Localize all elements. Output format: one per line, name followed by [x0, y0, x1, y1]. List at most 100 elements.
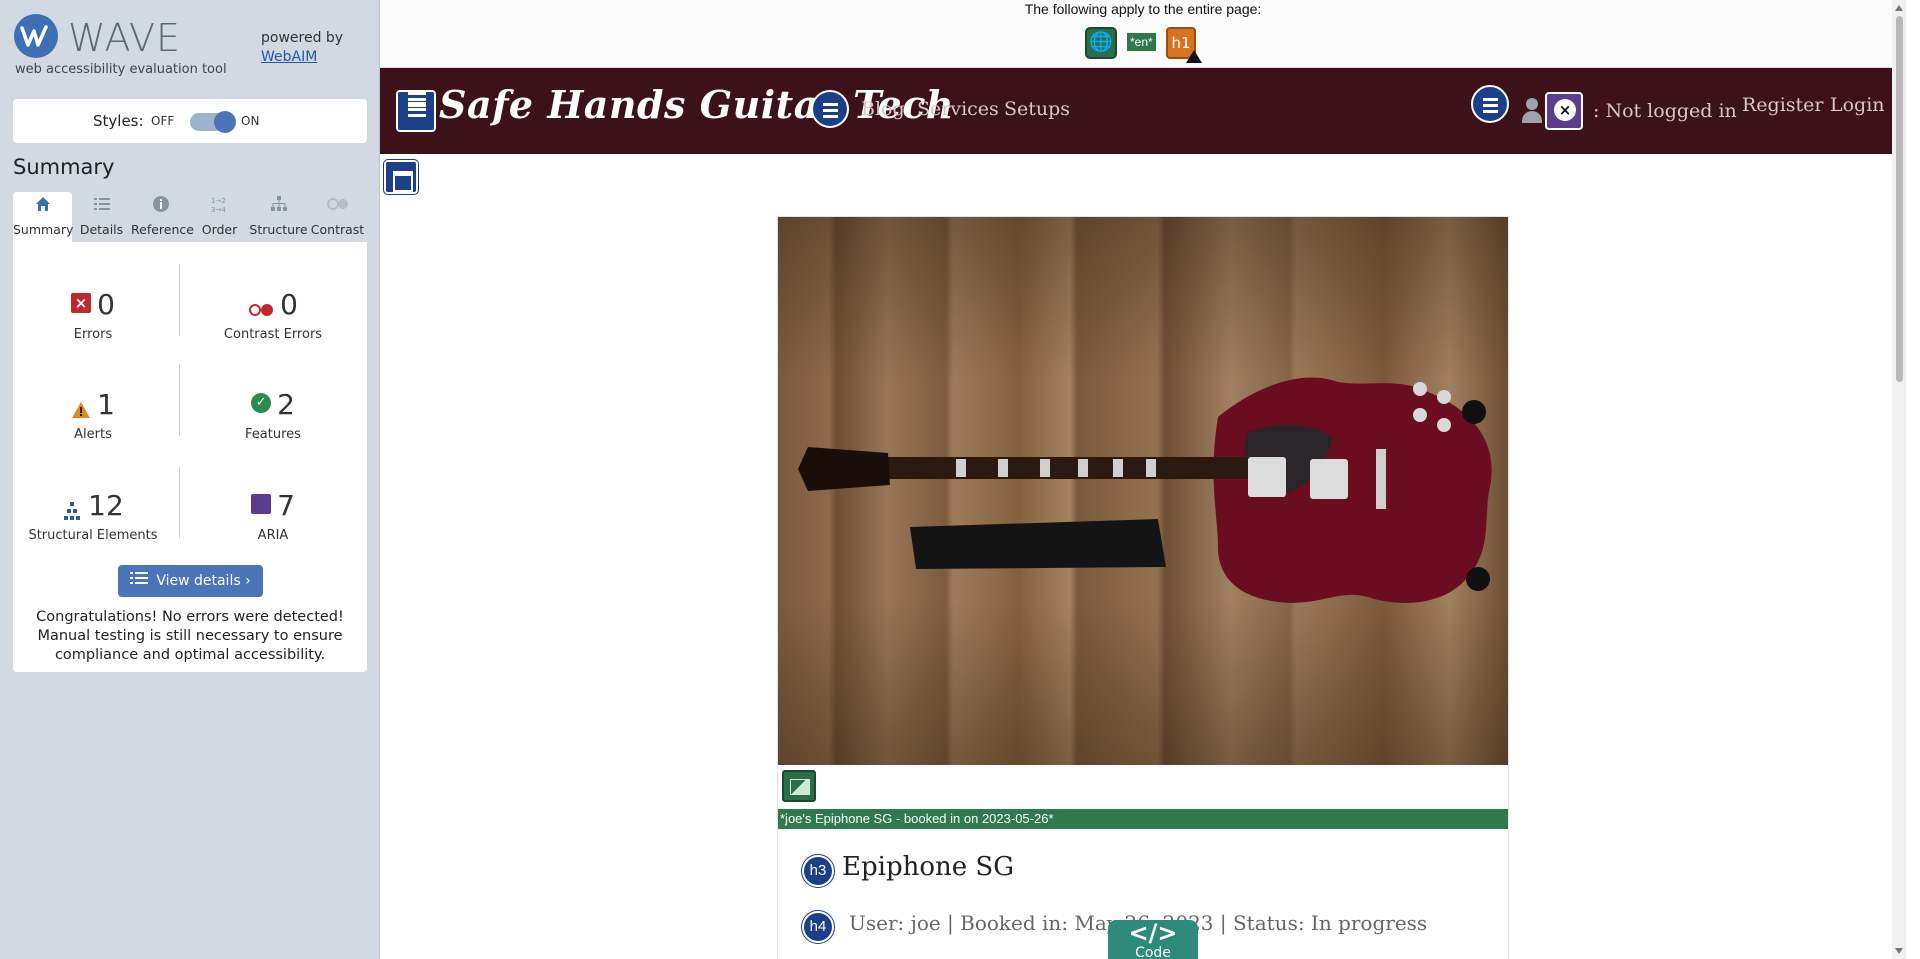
features-count: 2: [277, 388, 295, 421]
header-landmark-icon[interactable]: [396, 90, 436, 132]
booking-card: *joe's Epiphone SG - booked in on 2023-0…: [777, 216, 1509, 959]
stat-divider: [179, 466, 180, 538]
tab-label: Structure: [249, 222, 308, 237]
tab-summary[interactable]: Summary: [13, 192, 74, 242]
styles-toggle[interactable]: [190, 111, 236, 133]
tab-details[interactable]: Details: [72, 192, 131, 242]
tab-order[interactable]: 1→2 3→4 Order: [190, 192, 249, 242]
stat-divider: [179, 364, 180, 436]
user-icon: [1520, 98, 1544, 124]
guitar-illustration: [798, 377, 1492, 603]
toggle-knob: [214, 111, 236, 133]
image-alt-icon[interactable]: [782, 770, 816, 802]
aria-count: 7: [277, 489, 295, 522]
stat-divider: [179, 264, 180, 336]
code-tab-label: Code: [1135, 945, 1171, 959]
warning-icon: [1186, 50, 1202, 63]
tab-label: Reference: [131, 222, 194, 237]
info-icon: [131, 192, 190, 218]
tab-contrast[interactable]: Contrast: [308, 192, 367, 242]
error-icon: ×: [71, 293, 92, 313]
tab-reference[interactable]: Reference: [131, 192, 194, 242]
errors-label: Errors: [73, 327, 113, 342]
wave-logo-word: WAVE: [68, 16, 182, 60]
page-note-text: The following apply to the entire page:: [1024, 1, 1262, 17]
svg-text:1→2: 1→2: [211, 197, 226, 205]
list-icon[interactable]: [1471, 85, 1509, 123]
order-icon: 1→2 3→4: [190, 192, 249, 218]
wave-tagline: web accessibility evaluation tool: [15, 62, 227, 77]
view-details-label: View details ›: [156, 573, 251, 589]
tab-label: Contrast: [310, 222, 365, 237]
nav-link-setups[interactable]: Setups: [1004, 98, 1070, 120]
structural-label: Structural Elements: [28, 528, 158, 543]
aria-dialog-icon[interactable]: ×: [1545, 92, 1583, 130]
list-icon[interactable]: [811, 90, 849, 128]
structural-count: 12: [88, 489, 124, 522]
contrast-errors-label: Contrast Errors: [223, 327, 323, 342]
site-navbar: Safe Hands Guitar Tech Blog Services Set…: [380, 68, 1906, 154]
summary-panel: × 0 Errors 0 Contrast Errors 1 Alerts ✓ 2 …: [13, 242, 367, 672]
feature-icon: ✓: [251, 393, 272, 413]
language-badge[interactable]: *en*: [1127, 33, 1156, 51]
login-status: : Not logged in: [1593, 100, 1737, 122]
scroll-down-arrow[interactable]: [1895, 948, 1903, 954]
code-icon: </>: [1128, 919, 1178, 947]
page-scrollbar[interactable]: [1892, 0, 1906, 959]
list-icon: [72, 192, 131, 218]
evaluated-page: The following apply to the entire page: …: [380, 0, 1906, 959]
wave-header: WAVE web accessibility evaluation tool p…: [14, 14, 374, 84]
stat-contrast-errors[interactable]: 0 Contrast Errors: [193, 287, 353, 342]
styles-toggle-box: Styles: OFF ON: [13, 99, 367, 143]
wave-tabs: Summary Details Reference 1→2 3→4 Order S…: [13, 192, 367, 242]
page-level-notes: The following apply to the entire page: …: [380, 0, 1906, 68]
features-label: Features: [245, 427, 301, 442]
stat-alerts[interactable]: 1 Alerts: [13, 387, 173, 442]
login-link[interactable]: Login: [1830, 94, 1885, 116]
congrats-message: Congratulations! No errors were detected…: [36, 609, 344, 663]
main-region-icon[interactable]: [383, 159, 419, 195]
stat-errors[interactable]: × 0 Errors: [13, 287, 173, 342]
structure-icon: [62, 494, 82, 520]
alert-icon: [71, 393, 91, 418]
scrollbar-thumb[interactable]: [1896, 16, 1903, 382]
heading-h3-badge[interactable]: h3: [801, 854, 835, 888]
stat-features[interactable]: ✓ 2 Features: [193, 387, 353, 442]
code-tab-button[interactable]: </> Code: [1108, 920, 1198, 959]
scroll-up-arrow[interactable]: [1895, 5, 1903, 11]
svg-text:3→4: 3→4: [211, 206, 226, 213]
heading-h4-badge[interactable]: h4: [801, 910, 835, 944]
tab-label: Summary: [13, 222, 74, 237]
nav-link-blog[interactable]: Blog: [861, 98, 905, 120]
register-link[interactable]: Register: [1742, 94, 1824, 116]
image-alt-text: *joe's Epiphone SG - booked in on 2023-0…: [778, 809, 1508, 829]
styles-off-label: OFF: [151, 114, 175, 128]
tab-label: Details: [79, 222, 124, 237]
alerts-count: 1: [97, 388, 115, 421]
contrast-icon: [308, 192, 367, 218]
structure-icon: [249, 192, 308, 218]
errors-count: 0: [97, 288, 115, 321]
contrast-errors-count: 0: [280, 288, 298, 321]
styles-label: Styles:: [93, 112, 144, 130]
view-details-button[interactable]: View details ›: [118, 565, 263, 597]
tab-structure[interactable]: Structure: [249, 192, 308, 242]
contrast-error-icon: [248, 293, 274, 316]
stat-structural[interactable]: 12 Structural Elements: [13, 488, 173, 543]
alerts-label: Alerts: [74, 427, 112, 442]
powered-by: powered by WebAIM: [261, 29, 343, 67]
home-icon: [13, 192, 72, 218]
list-icon: [130, 565, 149, 597]
wave-logo-icon: [14, 14, 58, 58]
language-globe-icon[interactable]: 🌐: [1085, 27, 1117, 59]
wave-sidebar: WAVE web accessibility evaluation tool p…: [0, 0, 380, 959]
nav-link-services[interactable]: Services: [917, 98, 999, 120]
styles-on-label: ON: [241, 114, 260, 128]
powered-by-label: powered by: [261, 30, 344, 46]
aria-icon: [251, 494, 272, 514]
summary-heading: Summary: [13, 155, 115, 179]
stat-aria[interactable]: 7 ARIA: [193, 488, 353, 543]
missing-h1-alert-icon[interactable]: h1: [1166, 27, 1202, 63]
webaim-link[interactable]: WebAIM: [261, 48, 343, 67]
tab-label: Order: [201, 222, 238, 237]
